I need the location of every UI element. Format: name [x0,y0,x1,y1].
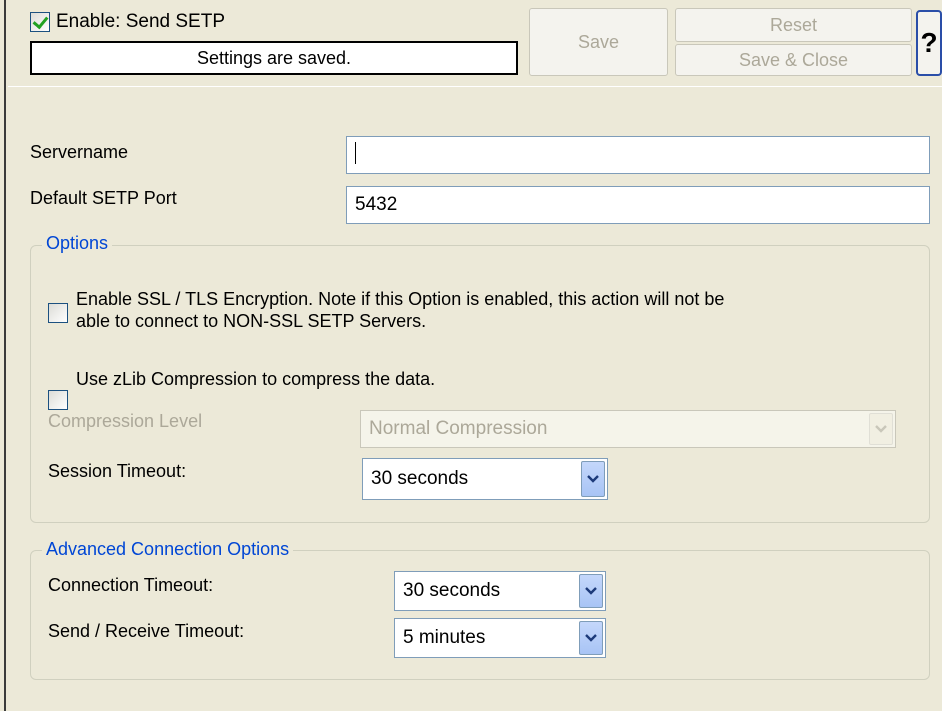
enable-send-setp-toggle[interactable]: Enable: Send SETP [30,8,225,36]
connection-timeout-value: 30 seconds [403,580,501,601]
servername-label: Servername [30,142,129,162]
compression-level-label: Compression Level [48,411,203,431]
session-timeout-select[interactable]: 30 seconds [362,458,608,500]
send-receive-timeout-label: Send / Receive Timeout: [48,621,245,641]
chevron-down-icon [579,574,603,608]
advanced-title: Advanced Connection Options [42,539,294,560]
save-close-button[interactable]: Save & Close [675,44,912,76]
session-timeout-value: 30 seconds [371,468,469,489]
enable-label: Enable: Send SETP [56,11,225,32]
window-right-edge [942,0,946,711]
session-timeout-label: Session Timeout: [48,461,187,481]
port-input[interactable]: 5432 [346,186,930,224]
help-button[interactable]: ? [916,10,942,76]
zlib-checkbox[interactable] [48,390,68,410]
connection-timeout-select[interactable]: 30 seconds [394,571,606,611]
send-receive-timeout-value: 5 minutes [403,627,486,648]
advanced-groupbox [30,550,930,680]
compression-level-value: Normal Compression [369,418,548,439]
chevron-down-icon [581,461,605,497]
save-button[interactable]: Save [529,8,668,76]
servername-input[interactable] [346,136,930,174]
zlib-label: Use zLib Compression to compress the dat… [76,369,436,389]
reset-button[interactable]: Reset [675,8,912,42]
text-caret [355,142,356,165]
status-message: Settings are saved. [30,41,518,75]
enable-checkbox[interactable] [30,12,50,32]
ssl-label-line1: Enable SSL / TLS Encryption. Note if thi… [76,289,725,309]
compression-level-select[interactable]: Normal Compression [360,410,896,448]
port-label: Default SETP Port [30,188,177,208]
ssl-checkbox[interactable] [48,303,68,323]
ssl-label-line2: able to connect to NON-SSL SETP Servers. [76,311,427,331]
chevron-down-icon [579,621,603,655]
window-left-border [0,0,6,711]
options-title: Options [42,233,113,254]
chevron-down-icon [869,413,893,445]
connection-timeout-label: Connection Timeout: [48,575,214,595]
send-receive-timeout-select[interactable]: 5 minutes [394,618,606,658]
